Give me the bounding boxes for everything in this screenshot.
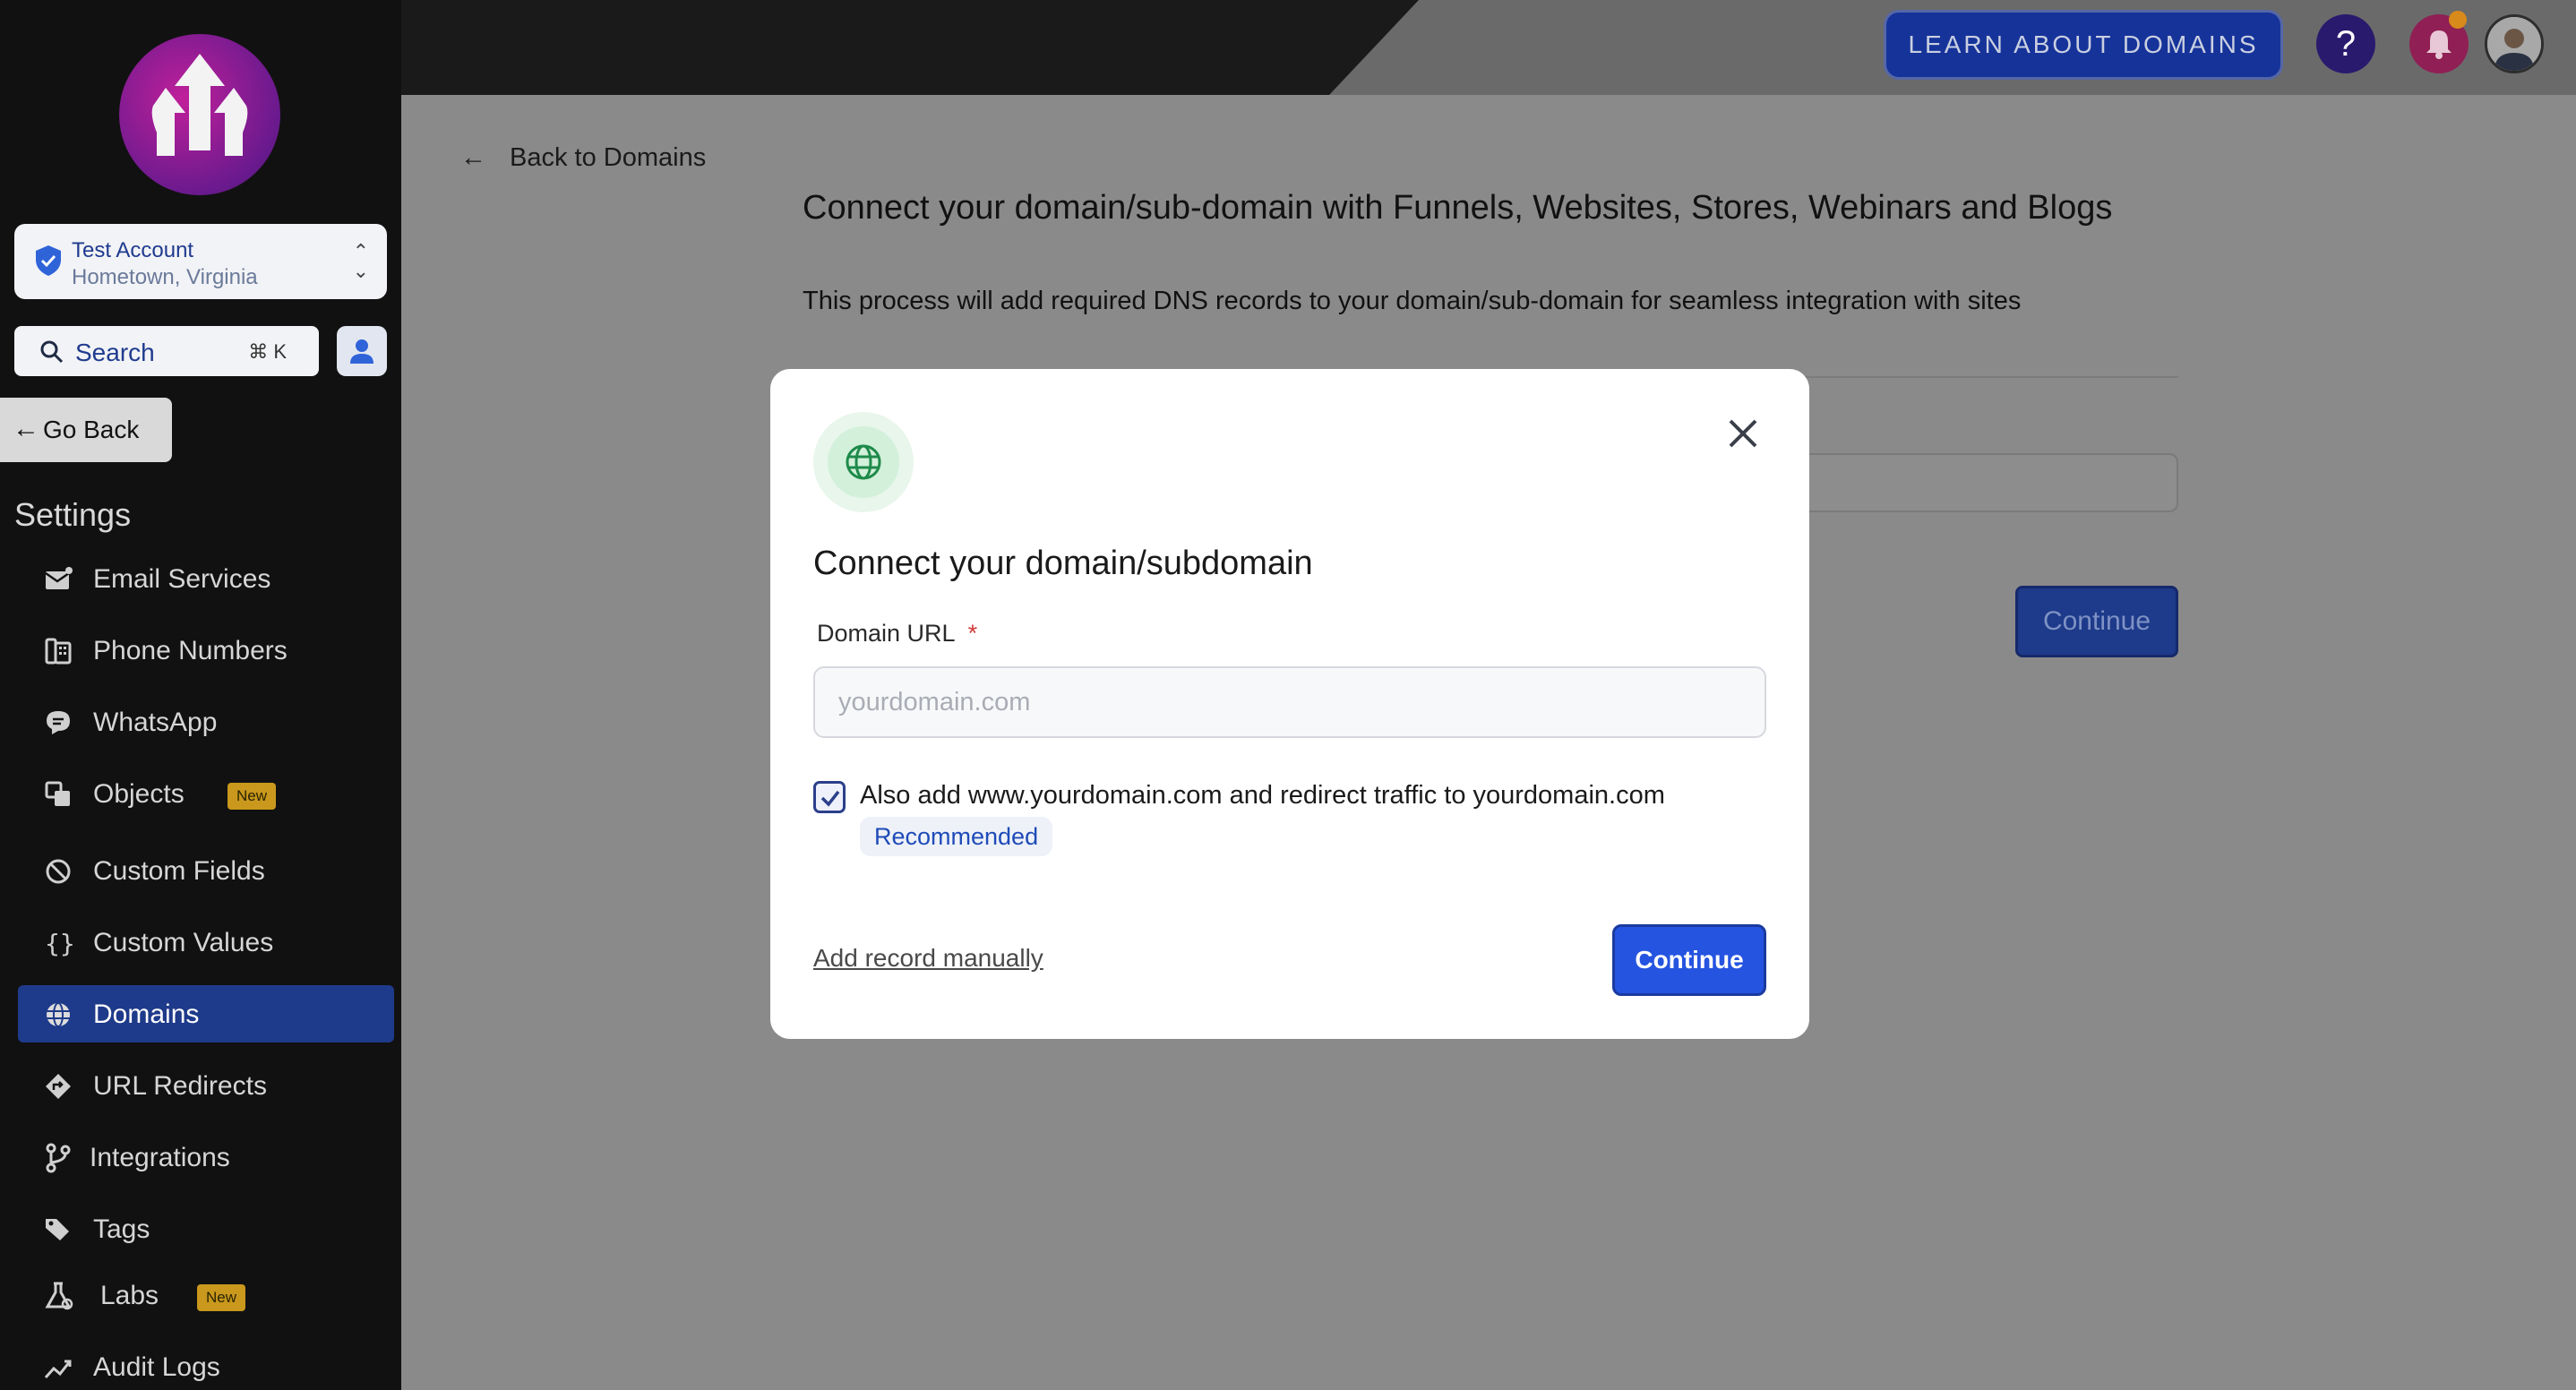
verified-shield-icon — [36, 245, 61, 276]
go-back-button[interactable]: ← Go Back — [0, 398, 172, 462]
sidebar-item-label: WhatsApp — [93, 708, 218, 737]
envelope-icon — [45, 567, 73, 589]
domain-url-label-text: Domain URL — [817, 620, 956, 647]
required-asterisk: * — [967, 620, 978, 647]
sidebar-item-audit-logs[interactable]: Audit Logs — [18, 1338, 394, 1390]
search-shortcut: ⌘ K — [248, 340, 287, 363]
sidebar-item-label: Objects — [93, 779, 185, 809]
redirect-icon — [46, 1074, 71, 1099]
sidebar-item-label: URL Redirects — [93, 1071, 267, 1101]
page-title: Connect your domain/sub-domain with Funn… — [803, 189, 2113, 227]
sidebar-item-custom-values[interactable]: {} Custom Values — [18, 914, 394, 971]
go-back-label: Go Back — [43, 416, 140, 443]
connect-domain-modal: Connect your domain/subdomain Domain URL… — [770, 369, 1809, 1039]
sidebar-item-label: Custom Fields — [93, 856, 265, 886]
continue-button[interactable]: Continue — [1612, 924, 1766, 996]
sidebar-item-label: Tags — [93, 1214, 150, 1244]
modal-icon-inner — [828, 426, 899, 498]
background-continue-button[interactable]: Continue — [2015, 586, 2178, 657]
user-profile-button[interactable] — [337, 326, 387, 376]
background-domain-input[interactable] — [1773, 453, 2178, 512]
settings-heading: Settings — [14, 496, 132, 533]
sidebar-item-email-services[interactable]: Email Services — [18, 550, 394, 607]
custom-fields-icon — [46, 859, 71, 884]
globe-icon — [846, 444, 881, 480]
top-bar-dark-segment — [401, 0, 1329, 95]
sidebar-item-phone-numbers[interactable]: Phone Numbers — [18, 622, 394, 679]
sidebar-item-url-redirects[interactable]: URL Redirects — [18, 1057, 394, 1114]
sidebar-item-labs[interactable]: Labs New — [18, 1266, 394, 1324]
braces-icon: {} — [45, 929, 73, 958]
top-bar-slant — [1329, 0, 1419, 95]
new-badge: New — [228, 783, 277, 810]
recommended-badge: Recommended — [860, 817, 1053, 856]
avatar[interactable] — [2485, 14, 2544, 73]
sidebar-item-custom-fields[interactable]: Custom Fields — [18, 842, 394, 899]
flask-icon — [45, 1282, 73, 1310]
sidebar-item-label: Phone Numbers — [93, 636, 288, 665]
chat-bubble-icon — [47, 711, 70, 734]
help-button[interactable]: ? — [2316, 14, 2375, 73]
add-www-checkbox-label[interactable]: Also add www.yourdomain.com and redirect… — [860, 781, 1665, 811]
learn-about-domains-button[interactable]: LEARN ABOUT DOMAINS — [1886, 13, 2280, 77]
notification-dot — [2449, 11, 2467, 29]
modal-icon-badge — [813, 412, 914, 512]
sidebar-item-label: Labs — [100, 1281, 159, 1310]
back-link-label: Back to Domains — [510, 143, 707, 172]
back-to-domains-link[interactable]: ← Back to Domains — [460, 143, 706, 173]
new-badge: New — [197, 1284, 246, 1311]
brand-logo[interactable] — [119, 34, 280, 195]
page-subtitle: This process will add required DNS recor… — [803, 287, 2022, 315]
search-icon — [40, 340, 64, 364]
globe-icon — [47, 1002, 70, 1027]
sidebar-item-domains[interactable]: Domains — [18, 985, 394, 1042]
sidebar-item-label: Integrations — [90, 1143, 230, 1172]
arrow-left-icon: ← — [13, 414, 39, 443]
add-record-manually-link[interactable]: Add record manually — [813, 944, 1043, 973]
checkmark-icon — [820, 790, 840, 807]
bell-icon — [2426, 30, 2451, 59]
arrows-logo-icon — [151, 54, 248, 156]
arrow-left-icon: ← — [460, 143, 486, 172]
chevron-updown-icon: ⌃ ⌄ — [352, 240, 369, 282]
sidebar-item-tags[interactable]: Tags — [18, 1200, 394, 1257]
user-avatar-icon — [2487, 17, 2541, 71]
search-button[interactable]: Search ⌘ K — [14, 326, 319, 376]
sidebar-item-label: Custom Values — [93, 928, 274, 957]
sidebar-item-label: Email Services — [93, 564, 271, 594]
domain-url-input[interactable] — [813, 666, 1766, 738]
tags-icon — [46, 1219, 69, 1240]
account-location: Hometown, Virginia — [72, 265, 258, 289]
svg-text:{}: {} — [45, 929, 73, 958]
user-icon — [350, 339, 374, 364]
branch-icon — [46, 1143, 71, 1173]
objects-icon — [45, 781, 70, 806]
sidebar-item-objects[interactable]: Objects New — [18, 765, 394, 822]
sidebar-item-integrations[interactable]: Integrations — [18, 1128, 394, 1186]
account-switcher[interactable]: Test Account Hometown, Virginia ⌃ ⌄ — [14, 224, 387, 299]
chart-icon — [44, 1360, 72, 1379]
account-name: Test Account — [72, 238, 194, 262]
modal-title: Connect your domain/subdomain — [813, 545, 1313, 582]
sidebar: Test Account Hometown, Virginia ⌃ ⌄ Searc… — [0, 0, 401, 1390]
close-icon[interactable] — [1723, 414, 1763, 453]
sidebar-item-label: Domains — [93, 1000, 200, 1029]
phone-numbers-icon — [45, 638, 72, 665]
add-www-checkbox[interactable] — [813, 781, 846, 813]
domain-url-label: Domain URL * — [817, 620, 977, 648]
learn-about-domains-label: LEARN ABOUT DOMAINS — [1908, 30, 2259, 58]
search-label: Search — [75, 339, 155, 366]
sidebar-item-whatsapp[interactable]: WhatsApp — [18, 693, 394, 751]
sidebar-item-label: Audit Logs — [93, 1352, 220, 1382]
